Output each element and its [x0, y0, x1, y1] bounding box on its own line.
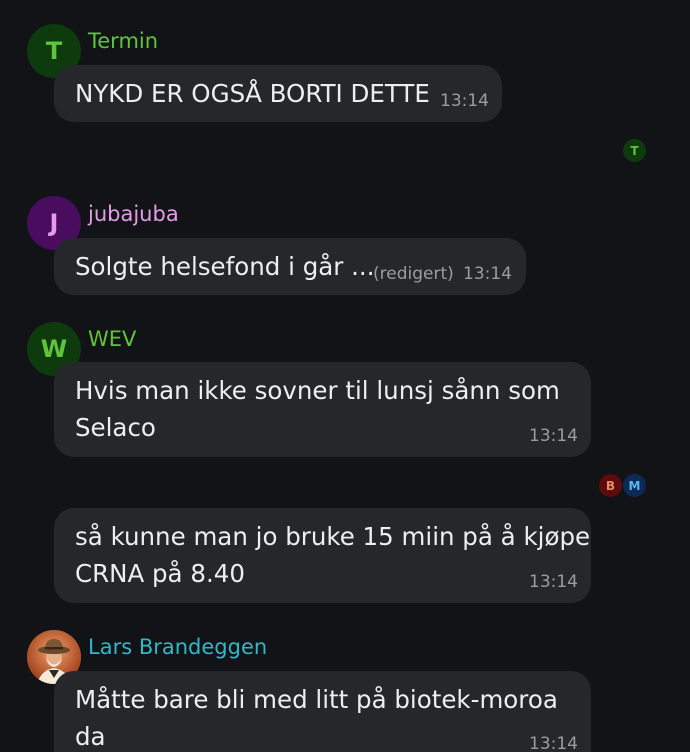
chat-message-list: T Termin NYKD ER OGSÅ BORTI DETTE 13:14 … [0, 0, 690, 752]
read-receipt-avatar[interactable]: B [598, 473, 623, 498]
message-text: NYKD ER OGSÅ BORTI DETTE [75, 79, 430, 108]
message-text: Hvis man ikke sovner til lunsj sånn som [75, 376, 560, 405]
message-bubble[interactable]: NYKD ER OGSÅ BORTI DETTE 13:14 [54, 65, 502, 122]
message-bubble[interactable]: så kunne man jo bruke 15 miin på å kjøpe… [54, 508, 591, 603]
read-receipt-avatar[interactable]: M [622, 473, 647, 498]
message-bubble[interactable]: Solgte helsefond i går ... (redigert) 13… [54, 238, 526, 295]
message-text: CRNA på 8.40 [75, 559, 245, 588]
message-text: da [75, 722, 106, 751]
edited-label: (redigert) [373, 264, 454, 284]
author-name[interactable]: WEV [88, 326, 136, 352]
message-text: Solgte helsefond i går ... [75, 252, 375, 281]
author-name[interactable]: Termin [88, 28, 158, 54]
author-name[interactable]: jubajuba [88, 201, 179, 227]
message-text: Måtte bare bli med litt på biotek-moroa [75, 685, 558, 714]
message-time: 13:14 [529, 572, 578, 592]
message-bubble[interactable]: Måtte bare bli med litt på biotek-moroa … [54, 671, 591, 752]
message-text: Selaco [75, 413, 156, 442]
read-receipt-avatar[interactable]: T [622, 138, 647, 163]
message-time: 13:14 [440, 91, 489, 111]
message-text: så kunne man jo bruke 15 miin på å kjøpe [75, 522, 591, 551]
message-time: 13:14 [529, 734, 578, 752]
message-time: 13:14 [529, 426, 578, 446]
message-bubble[interactable]: Hvis man ikke sovner til lunsj sånn som … [54, 362, 591, 457]
message-time: 13:14 [463, 264, 512, 284]
author-name[interactable]: Lars Brandeggen [88, 634, 267, 660]
